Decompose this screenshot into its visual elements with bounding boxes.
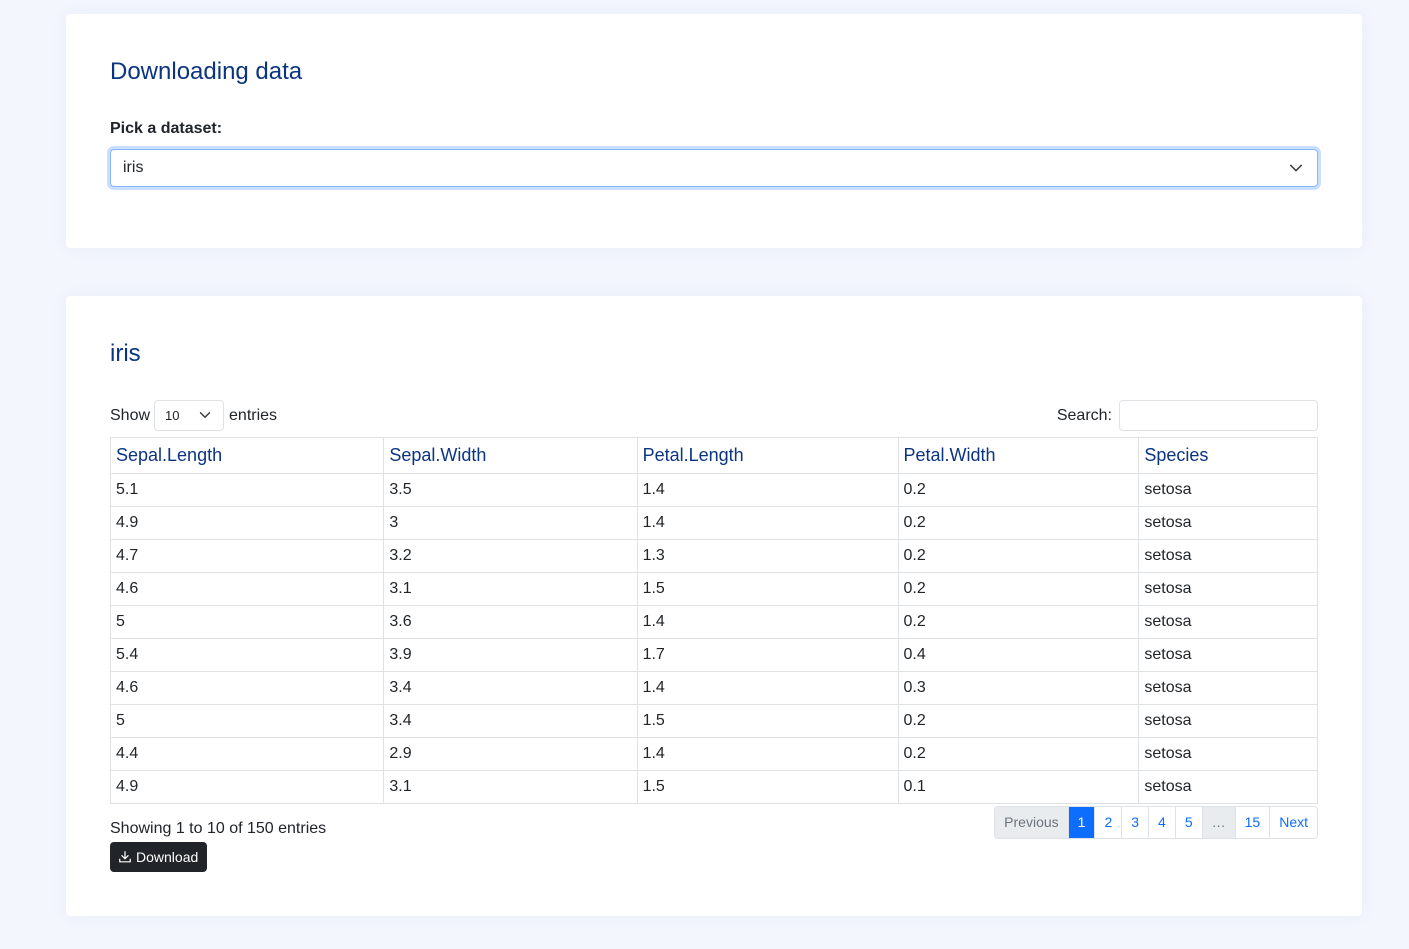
table-cell: 5	[109, 704, 385, 738]
dataset-picker-card: Downloading data Pick a dataset: iris	[66, 14, 1362, 248]
search-label: Search:	[1056, 406, 1112, 424]
table-cell: 5.4	[109, 638, 385, 672]
length-suffix: entries	[229, 406, 278, 424]
table-row: 4.9 3 1.4 0.2 setosa	[109, 506, 1318, 540]
dataset-select-value: iris	[123, 159, 144, 176]
page-button-1[interactable]: 1	[1067, 807, 1095, 838]
table-cell: setosa	[1138, 638, 1318, 672]
download-icon	[119, 851, 131, 863]
table-cell: setosa	[1138, 704, 1318, 738]
table-cell: 0.2	[897, 605, 1140, 639]
table-cell: 4.9	[109, 506, 385, 540]
page-button-3[interactable]: 3	[1121, 807, 1149, 838]
table-cell: 3.5	[383, 473, 638, 507]
column-header[interactable]: Sepal.Width	[383, 437, 638, 474]
search-control: Search:	[1057, 400, 1318, 431]
next-page-button[interactable]: Next	[1269, 807, 1317, 838]
entries-length-select[interactable]: 10	[154, 400, 225, 431]
table-row: 4.4 2.9 1.4 0.2 setosa	[109, 737, 1318, 771]
table-cell: setosa	[1138, 737, 1318, 771]
table-cell: 4.6	[109, 671, 385, 705]
pagination-ellipsis: …	[1201, 807, 1235, 838]
table-cell: 3.6	[383, 605, 638, 639]
download-label: Download	[136, 849, 199, 865]
chevron-down-icon	[199, 412, 211, 418]
table-row: 4.9 3.1 1.5 0.1 setosa	[109, 770, 1318, 804]
table-cell: 0.2	[897, 539, 1140, 573]
table-cell: 1.3	[636, 539, 899, 573]
column-header[interactable]: Species	[1138, 437, 1318, 474]
table-cell: setosa	[1138, 506, 1318, 540]
table-cell: setosa	[1138, 572, 1318, 606]
table-cell: 1.4	[636, 506, 899, 540]
page-button-4[interactable]: 4	[1148, 807, 1175, 838]
table-cell: 2.9	[383, 737, 638, 771]
table-cell: 0.2	[897, 704, 1140, 738]
table-cell: 1.4	[636, 671, 899, 705]
table-cell: 4.4	[109, 737, 385, 771]
picker-card-title: Downloading data	[110, 58, 303, 85]
table-row: 4.6 3.4 1.4 0.3 setosa	[109, 671, 1318, 705]
dataset-label: Pick a dataset:	[110, 120, 223, 137]
column-header[interactable]: Petal.Width	[897, 437, 1140, 474]
table-row: 5.1 3.5 1.4 0.2 setosa	[109, 473, 1318, 507]
table-row: 4.7 3.2 1.3 0.2 setosa	[109, 539, 1318, 573]
page-button-2[interactable]: 2	[1094, 807, 1122, 838]
table-cell: 4.9	[109, 770, 385, 804]
table-cell: setosa	[1138, 539, 1318, 573]
table-cell: 0.1	[897, 770, 1140, 804]
dataset-select[interactable]: iris	[110, 149, 1318, 187]
table-cell: 0.4	[897, 638, 1140, 672]
table-cell: 0.2	[897, 737, 1140, 771]
table-cell: 3	[383, 506, 638, 540]
table-cell: 3.9	[383, 638, 638, 672]
table-cell: setosa	[1138, 770, 1318, 804]
search-input[interactable]	[1119, 400, 1318, 431]
table-row: 5.4 3.9 1.7 0.4 setosa	[109, 638, 1318, 672]
table-card-title: iris	[110, 340, 141, 367]
data-table: Sepal.Length Sepal.Width Petal.Length Petal…	[109, 437, 1318, 804]
table-cell: 4.6	[109, 572, 385, 606]
table-cell: 0.2	[897, 572, 1140, 606]
entries-length-value: 10	[165, 408, 180, 423]
table-cell: 3.4	[383, 671, 638, 705]
table-cell: 5	[109, 605, 385, 639]
table-cell: 1.5	[636, 770, 899, 804]
previous-page-button[interactable]: Previous	[995, 807, 1068, 838]
column-header[interactable]: Sepal.Length	[109, 437, 385, 474]
table-cell: 3.4	[383, 704, 638, 738]
table-cell: 0.2	[897, 473, 1140, 507]
table-cell: 1.7	[636, 638, 899, 672]
table-cell: setosa	[1138, 605, 1318, 639]
table-cell: setosa	[1138, 671, 1318, 705]
table-cell: 1.5	[636, 572, 899, 606]
table-cell: 5.1	[109, 473, 385, 507]
table-cell: 3.1	[383, 572, 638, 606]
column-header[interactable]: Petal.Length	[636, 437, 899, 474]
table-cell: 1.4	[636, 605, 899, 639]
table-body: 5.1 3.5 1.4 0.2 setosa 4.9 3 1.4 0.2 setosa 4.7 3.2…	[109, 473, 1318, 804]
length-prefix: Show	[110, 406, 151, 424]
table-cell: 0.3	[897, 671, 1140, 705]
pagination: Previous 1 2 3 4 5 … 15 Next	[994, 806, 1318, 839]
table-cell: 1.5	[636, 704, 899, 738]
table-cell: 0.2	[897, 506, 1140, 540]
table-cell: 1.4	[636, 473, 899, 507]
table-card: iris Show 10 entries Search: Sepal.Lengt…	[66, 296, 1362, 916]
table-cell: 1.4	[636, 737, 899, 771]
table-row: 4.6 3.1 1.5 0.2 setosa	[109, 572, 1318, 606]
table-header-row: Sepal.Length Sepal.Width Petal.Length Petal…	[109, 437, 1318, 474]
table-cell: 4.7	[109, 539, 385, 573]
table-row: 5 3.6 1.4 0.2 setosa	[109, 605, 1318, 639]
table-info: Showing 1 to 10 of 150 entries	[110, 820, 327, 837]
table-cell: setosa	[1138, 473, 1318, 507]
download-button[interactable]: Download	[110, 842, 208, 872]
page-button-5[interactable]: 5	[1174, 807, 1202, 838]
table-cell: 3.1	[383, 770, 638, 804]
page-button-15[interactable]: 15	[1234, 807, 1270, 838]
table-cell: 3.2	[383, 539, 638, 573]
chevron-down-icon	[1289, 164, 1303, 172]
entries-length-control: Show 10 entries	[110, 400, 277, 431]
table-row: 5 3.4 1.5 0.2 setosa	[109, 704, 1318, 738]
